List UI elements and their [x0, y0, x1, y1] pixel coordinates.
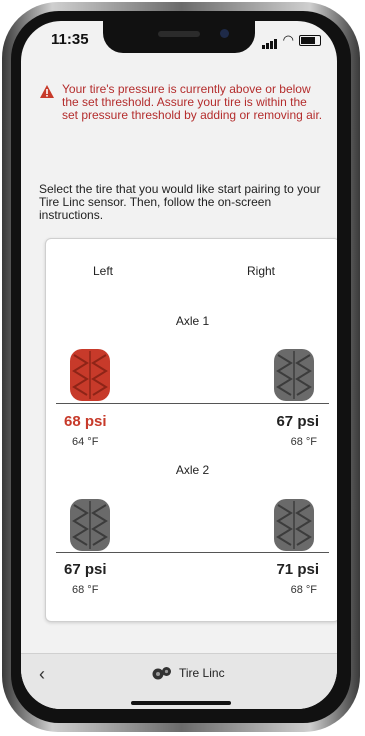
- warning-text: Your tire's pressure is currently above …: [62, 82, 323, 122]
- axle1-right-psi: 67 psi: [276, 413, 319, 430]
- tire-axle2-left[interactable]: [69, 497, 111, 553]
- speaker: [158, 31, 200, 37]
- axle-1-line: [56, 403, 329, 404]
- bottom-bar: ‹ Tire Linc: [21, 653, 337, 709]
- axle1-left-psi: 68 psi: [64, 413, 107, 430]
- status-time: 11:35: [51, 31, 89, 48]
- tire-linc-logo-icon: [152, 667, 171, 680]
- axle2-right-temp: 68 °F: [290, 584, 317, 596]
- notch: [103, 21, 255, 53]
- front-camera: [220, 29, 229, 38]
- axle2-left-psi: 67 psi: [64, 561, 107, 578]
- tire-axle2-right[interactable]: [273, 497, 315, 553]
- pairing-instructions: Select the tire that you would like star…: [39, 182, 321, 222]
- axle2-left-temp: 68 °F: [72, 584, 99, 596]
- signal-icon: [261, 31, 278, 49]
- warning-icon: [40, 85, 54, 98]
- tire-selection-card: Left Right Axle 1 68 psi 64 °F 67 psi 68…: [45, 238, 337, 622]
- app-brand: Tire Linc: [151, 666, 225, 680]
- axle-2-title: Axle 2: [175, 463, 210, 477]
- wifi-icon: ◠: [282, 32, 294, 47]
- axle1-left-temp: 64 °F: [72, 436, 99, 448]
- right-column-label: Right: [247, 264, 276, 278]
- tire-axle1-left[interactable]: [69, 347, 111, 403]
- home-indicator[interactable]: [131, 701, 231, 705]
- left-column-label: Left: [93, 264, 114, 278]
- app-name: Tire Linc: [179, 666, 225, 680]
- axle-1-title: Axle 1: [175, 314, 210, 328]
- axle2-right-psi: 71 psi: [276, 561, 319, 578]
- back-chevron-icon[interactable]: ‹: [39, 664, 45, 685]
- tire-axle1-right[interactable]: [273, 347, 315, 403]
- battery-icon: [299, 34, 321, 46]
- pressure-warning: Your tire's pressure is currently above …: [40, 83, 325, 122]
- app-screen: 11:35 ◠ Your tire's pressure is currentl…: [21, 21, 337, 709]
- axle-2-line: [56, 552, 329, 553]
- axle1-right-temp: 68 °F: [290, 436, 317, 448]
- status-icons: ◠: [261, 31, 321, 49]
